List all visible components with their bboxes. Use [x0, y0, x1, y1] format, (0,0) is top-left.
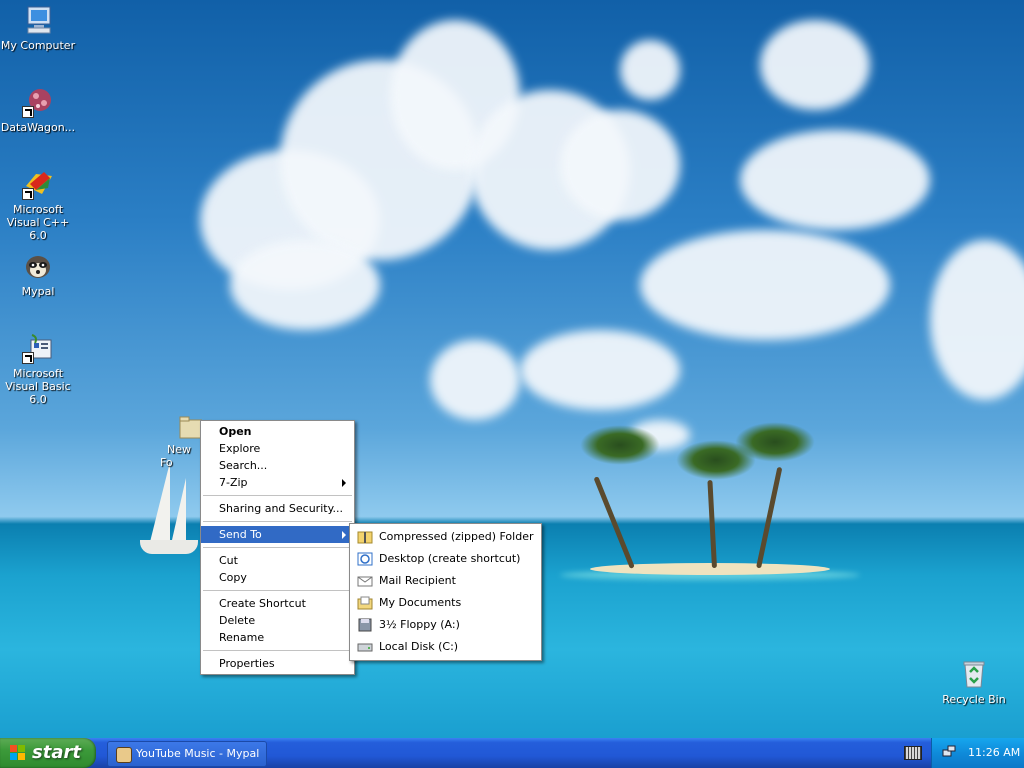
raccoon-icon: [22, 250, 54, 282]
send-to-desktop[interactable]: Desktop (create shortcut): [350, 548, 541, 570]
menu-item-label: 3½ Floppy (A:): [379, 618, 460, 631]
taskbar-button-mypal[interactable]: YouTube Music - Mypal: [107, 741, 267, 767]
menu-item-label: Mail Recipient: [379, 574, 456, 587]
recycle-bin-icon: [958, 658, 990, 690]
shortcut-arrow-icon: [22, 352, 34, 364]
desktop-icon: [357, 552, 373, 566]
sailboat: [140, 540, 198, 554]
menu-item-label: Desktop (create shortcut): [379, 552, 521, 565]
zipped-folder-icon: [357, 530, 373, 544]
menu-separator: [203, 590, 352, 591]
desktop-icon-datawagon[interactable]: DataWagon...: [0, 86, 76, 134]
desktop-icon-my-computer[interactable]: My Computer: [0, 4, 76, 52]
start-label: start: [32, 742, 81, 763]
island: [590, 563, 830, 575]
system-tray: 11:26 AM: [931, 738, 1024, 768]
floppy-drive-icon: [357, 618, 373, 632]
menu-item-label: My Documents: [379, 596, 462, 609]
submenu-arrow-icon: [342, 531, 346, 539]
send-to-submenu: Compressed (zipped) Folder Desktop (crea…: [349, 523, 542, 661]
network-tray-icon[interactable]: [942, 745, 956, 759]
folder-icon: [178, 414, 203, 440]
menu-item-label: Compressed (zipped) Folder: [379, 530, 534, 543]
desktop-icon-label: Microsoft Visual Basic 6.0: [5, 367, 71, 406]
keyboard-layout-icon[interactable]: [904, 746, 922, 760]
clock[interactable]: 11:26 AM: [968, 746, 1020, 759]
desktop-icon-label: DataWagon...: [0, 121, 76, 134]
mypal-app-icon: [116, 747, 132, 763]
menu-item-delete[interactable]: Delete: [201, 612, 354, 629]
desktop-icon-recycle-bin[interactable]: Recycle Bin: [936, 658, 1012, 706]
hard-disk-icon: [357, 640, 373, 654]
desktop-icon-visual-basic[interactable]: Microsoft Visual Basic 6.0: [0, 332, 76, 406]
computer-icon: [22, 4, 54, 36]
desktop-icon-label: My Computer: [0, 39, 76, 52]
menu-separator: [203, 521, 352, 522]
menu-item-explore[interactable]: Explore: [201, 440, 354, 457]
send-to-floppy[interactable]: 3½ Floppy (A:): [350, 614, 541, 636]
menu-item-label: 7-Zip: [219, 476, 248, 489]
documents-folder-icon: [357, 596, 373, 610]
menu-item-create-shortcut[interactable]: Create Shortcut: [201, 595, 354, 612]
visual-basic-icon: [22, 332, 54, 364]
menu-separator: [203, 650, 352, 651]
menu-separator: [203, 495, 352, 496]
desktop-icon-label: Microsoft Visual C++ 6.0: [6, 203, 70, 242]
start-button[interactable]: start: [0, 738, 96, 768]
taskbar-button-label: YouTube Music - Mypal: [136, 747, 260, 760]
desktop-icon-new-folder[interactable]: New Fo: [160, 414, 204, 469]
mail-icon: [357, 574, 373, 588]
send-to-my-documents[interactable]: My Documents: [350, 592, 541, 614]
desktop-icon-label: New Fo: [160, 443, 191, 469]
menu-item-rename[interactable]: Rename: [201, 629, 354, 646]
desktop-icon-label: Mypal: [21, 285, 55, 298]
menu-item-send-to[interactable]: Send To: [201, 526, 354, 543]
menu-item-7zip[interactable]: 7-Zip: [201, 474, 354, 491]
menu-item-label: Send To: [219, 528, 262, 541]
menu-item-copy[interactable]: Copy: [201, 569, 354, 586]
windows-flag-icon: [10, 745, 26, 761]
taskbar: start YouTube Music - Mypal 11:26 AM: [0, 738, 1024, 768]
menu-item-sharing-security[interactable]: Sharing and Security...: [201, 500, 354, 517]
context-menu: Open Explore Search... 7-Zip Sharing and…: [200, 420, 355, 675]
desktop-icon-mypal[interactable]: Mypal: [0, 250, 76, 298]
menu-item-search[interactable]: Search...: [201, 457, 354, 474]
send-to-mail-recipient[interactable]: Mail Recipient: [350, 570, 541, 592]
datawagon-icon: [22, 86, 54, 118]
menu-item-label: Local Disk (C:): [379, 640, 459, 653]
visual-cpp-icon: [22, 168, 54, 200]
menu-item-cut[interactable]: Cut: [201, 552, 354, 569]
desktop-icon-visual-cpp[interactable]: Microsoft Visual C++ 6.0: [0, 168, 76, 242]
shortcut-arrow-icon: [22, 106, 34, 118]
desktop-icon-label: Recycle Bin: [942, 693, 1006, 706]
submenu-arrow-icon: [342, 479, 346, 487]
send-to-local-disk[interactable]: Local Disk (C:): [350, 636, 541, 658]
shortcut-arrow-icon: [22, 188, 34, 200]
menu-item-open[interactable]: Open: [201, 423, 354, 440]
send-to-compressed-folder[interactable]: Compressed (zipped) Folder: [350, 526, 541, 548]
menu-separator: [203, 547, 352, 548]
menu-item-properties[interactable]: Properties: [201, 655, 354, 672]
